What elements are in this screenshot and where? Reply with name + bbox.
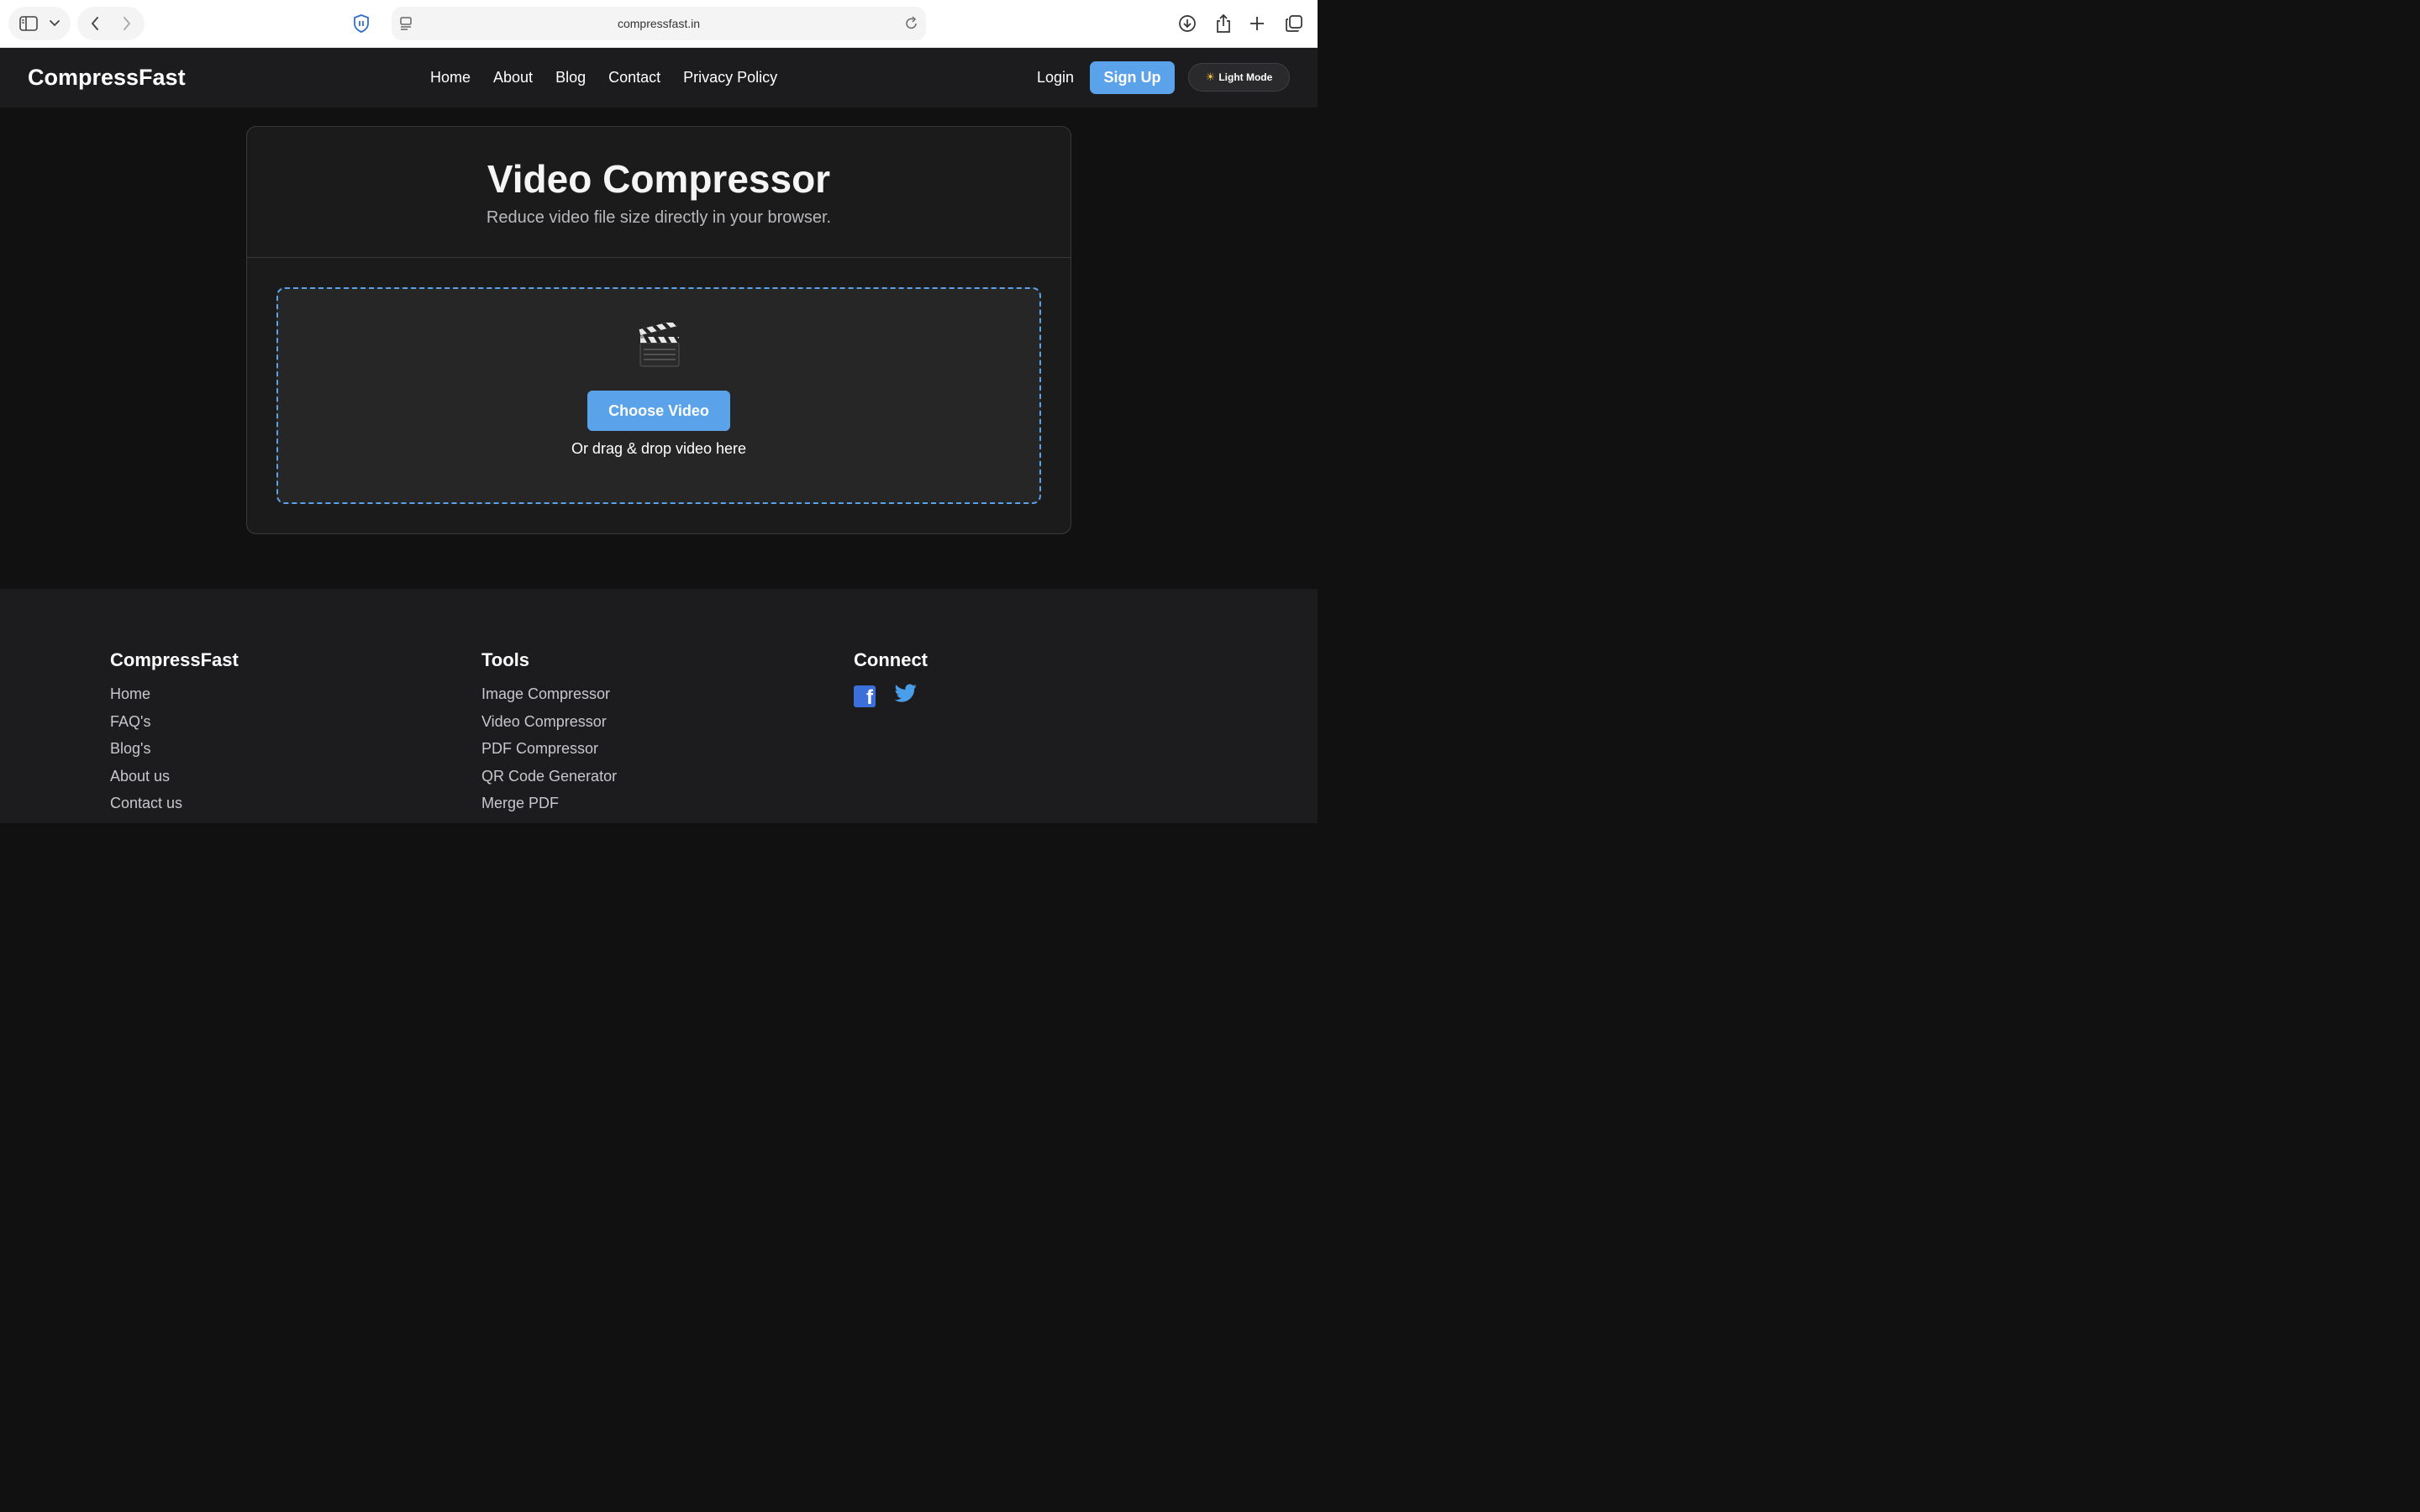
forward-icon[interactable] (123, 17, 131, 30)
theme-toggle-button[interactable]: ☀ Light Mode (1188, 63, 1290, 92)
footer-link-about-us[interactable]: About us (110, 763, 239, 790)
share-icon[interactable] (1207, 7, 1240, 40)
footer-connect-heading: Connect (854, 649, 928, 670)
footer-link-merge-pdf[interactable]: Merge PDF (481, 790, 617, 817)
footer-link-home[interactable]: Home (110, 680, 239, 708)
history-controls (77, 7, 145, 40)
footer-column-brand: CompressFast Home FAQ's Blog's About us … (110, 648, 239, 817)
sidebar-controls (8, 7, 71, 40)
facebook-icon[interactable]: f (854, 685, 876, 707)
chevron-down-icon[interactable] (50, 20, 60, 27)
footer-tools-heading: Tools (481, 649, 530, 670)
footer-link-contact-us[interactable]: Contact us (110, 790, 239, 817)
sign-up-button[interactable]: Sign Up (1090, 61, 1175, 94)
sun-icon: ☀ (1205, 71, 1216, 83)
back-icon[interactable] (91, 17, 99, 30)
twitter-icon[interactable] (894, 684, 918, 708)
site-logo[interactable]: CompressFast (28, 48, 186, 108)
page: compressfast.in CompressFast Home About … (0, 0, 1318, 823)
sidebar-icon[interactable] (19, 16, 38, 31)
tabs-overview-icon[interactable] (1277, 7, 1311, 40)
new-tab-icon[interactable] (1240, 7, 1274, 40)
footer-brand-heading: CompressFast (110, 649, 239, 670)
social-links: f (854, 684, 928, 708)
footer-link-image-compressor[interactable]: Image Compressor (481, 680, 617, 708)
download-icon[interactable] (1171, 7, 1204, 40)
footer-column-connect: Connect f (854, 648, 928, 708)
footer-link-blogs[interactable]: Blog's (110, 735, 239, 763)
footer-link-faqs[interactable]: FAQ's (110, 708, 239, 736)
theme-toggle-label: Light Mode (1218, 71, 1273, 83)
footer-column-tools: Tools Image Compressor Video Compressor … (481, 648, 617, 817)
footer-link-pdf-compressor[interactable]: PDF Compressor (481, 735, 617, 763)
drag-drop-text: Or drag & drop video here (571, 440, 747, 457)
footer-link-qr-code-generator[interactable]: QR Code Generator (481, 763, 617, 790)
footer-link-video-compressor[interactable]: Video Compressor (481, 708, 617, 736)
